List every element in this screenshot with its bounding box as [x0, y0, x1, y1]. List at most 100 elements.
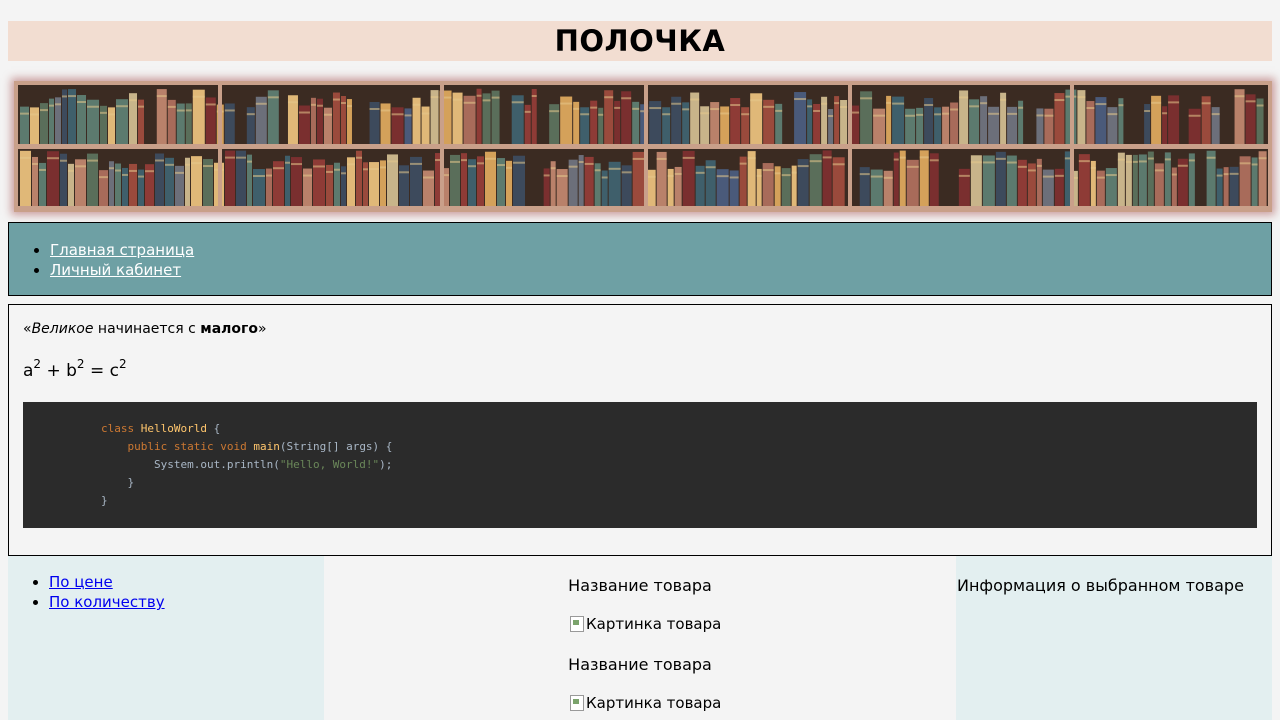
sort-by-price-link[interactable]: По цене — [49, 573, 113, 591]
book-band — [797, 165, 809, 168]
book-band — [20, 112, 29, 115]
book-spine — [1054, 168, 1064, 207]
book-band — [1168, 101, 1180, 104]
nav-item-account: Личный кабинет — [50, 260, 1271, 280]
book-band — [560, 102, 573, 105]
shelf-board — [14, 144, 1272, 149]
book-band — [369, 107, 380, 110]
book-band — [108, 113, 115, 116]
code-string: "Hello, World!" — [279, 458, 380, 471]
product-title[interactable]: Название товара — [324, 576, 956, 595]
product-title[interactable]: Название товара — [324, 655, 956, 674]
book-spine — [356, 150, 362, 207]
book-spine — [485, 151, 496, 207]
book-band — [62, 95, 67, 98]
book-band — [840, 106, 848, 109]
book-band — [380, 166, 386, 169]
shelf-board — [14, 206, 1272, 212]
book-band — [30, 113, 39, 116]
product-image[interactable]: Картинка товара — [570, 615, 721, 633]
broken-image-icon — [570, 695, 584, 711]
quote-close: » — [257, 321, 267, 337]
book-spine — [598, 107, 604, 145]
book-band — [1258, 157, 1267, 160]
book-spine — [781, 168, 791, 207]
book-band — [632, 107, 640, 110]
book-band — [1251, 163, 1258, 166]
book-band — [1054, 174, 1064, 177]
book-band — [138, 175, 144, 178]
book-band — [506, 166, 512, 169]
book-spine — [1042, 169, 1054, 207]
product-image-alt: Картинка товара — [586, 694, 722, 712]
book-band — [870, 175, 883, 178]
code-class-name: HelloWorld — [140, 422, 207, 435]
product-image-alt: Картинка товара — [586, 615, 722, 633]
book-band — [303, 174, 312, 177]
book-spine — [662, 107, 671, 145]
book-band — [1042, 175, 1054, 178]
book-band — [531, 95, 537, 98]
book-spine — [1206, 150, 1216, 207]
book-spine — [30, 107, 39, 145]
book-band — [584, 162, 594, 165]
book-band — [604, 96, 614, 99]
book-spine — [476, 88, 482, 145]
book-band — [739, 162, 747, 165]
book-band — [399, 171, 409, 174]
book-band — [511, 101, 524, 104]
product-info-sidebar: Информация о выбранном товаре — [956, 556, 1272, 720]
book-band — [1125, 160, 1132, 163]
broken-image-icon — [570, 616, 584, 632]
book-spine — [1064, 151, 1071, 207]
formula-c: c — [109, 361, 119, 381]
book-spine — [1077, 90, 1086, 145]
book-band — [513, 161, 525, 164]
book-spine — [1188, 108, 1201, 145]
book-band — [774, 172, 781, 175]
sort-by-quantity-link[interactable]: По количеству — [49, 593, 165, 611]
nav-link-home[interactable]: Главная страница — [50, 241, 194, 259]
book-spine — [323, 107, 332, 145]
nav-link-account[interactable]: Личный кабинет — [50, 261, 181, 279]
book-band — [924, 104, 934, 107]
sort-item-quantity: По количеству — [49, 592, 324, 612]
book-band — [266, 174, 272, 177]
book-band — [568, 165, 578, 168]
book-band — [598, 113, 604, 116]
book-band — [791, 171, 797, 174]
book-band — [1164, 158, 1171, 161]
book-band — [621, 171, 632, 174]
sort-item-price: По цене — [49, 572, 324, 592]
book-band — [40, 109, 48, 112]
book-band — [482, 99, 491, 102]
book-band — [1147, 157, 1154, 160]
book-spine — [756, 168, 762, 207]
book-band — [205, 103, 216, 106]
code-keyword: public static void — [127, 440, 247, 453]
book-band — [970, 161, 982, 164]
book-spine — [1044, 108, 1054, 145]
formula-exp-c: 2 — [118, 357, 127, 371]
book-band — [334, 168, 340, 171]
book-spine — [298, 105, 310, 145]
book-band — [356, 156, 362, 159]
book-band — [1054, 99, 1065, 102]
book-band — [1171, 173, 1177, 176]
nav-list: Главная страница Личный кабинет — [9, 240, 1271, 280]
book-band — [99, 176, 108, 179]
book-band — [55, 103, 61, 106]
formula-plus: + — [41, 361, 67, 381]
book-band — [822, 156, 832, 159]
book-band — [632, 157, 645, 160]
nav-item-home: Главная страница — [50, 240, 1271, 260]
code-text: class HelloWorld { public static void ma… — [101, 420, 392, 510]
book-band — [326, 170, 333, 173]
book-band — [122, 173, 128, 176]
product-image[interactable]: Картинка товара — [570, 694, 721, 712]
book-band — [580, 113, 590, 116]
book-band — [387, 160, 398, 163]
quote-strong: малого — [200, 321, 258, 337]
book-band — [700, 112, 710, 115]
book-spine — [62, 89, 67, 145]
